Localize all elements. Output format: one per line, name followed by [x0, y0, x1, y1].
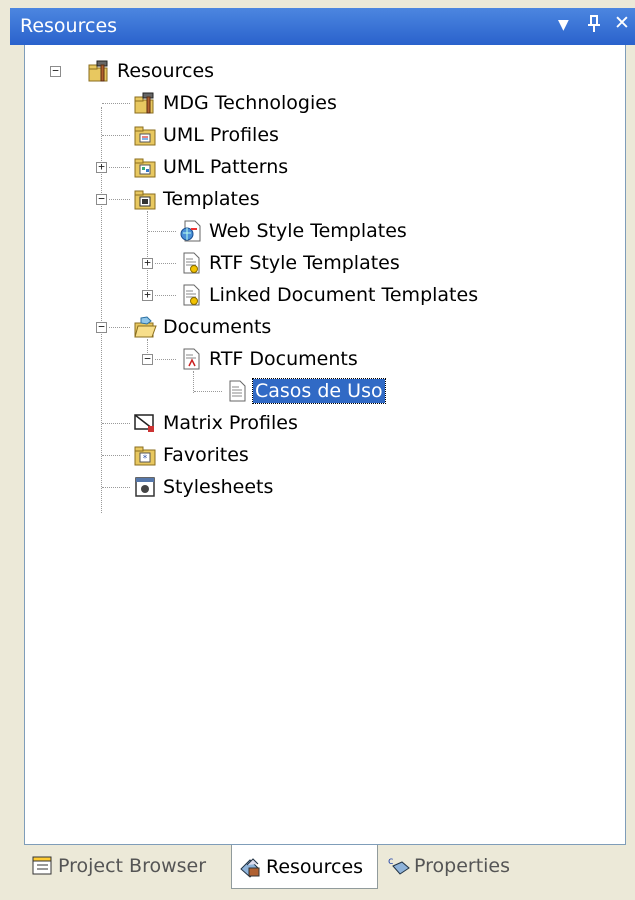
tree-line [147, 211, 148, 289]
open-folder-icon [133, 315, 157, 339]
document-icon [225, 379, 249, 403]
favorites-folder-icon: * [133, 443, 157, 467]
tree-line [102, 487, 130, 488]
tree-node-resources[interactable]: Resources [87, 58, 216, 84]
collapse-rtf-documents-toggle[interactable]: − [142, 353, 153, 365]
tab-properties[interactable]: c Properties [380, 845, 540, 887]
tree-line [148, 231, 176, 232]
tree-line [155, 359, 176, 360]
tree-line [194, 391, 222, 392]
tree-node-label: UML Profiles [163, 124, 279, 146]
collapse-templates-toggle[interactable]: − [96, 193, 107, 205]
tree-node-label: MDG Technologies [163, 92, 337, 114]
stylesheet-icon [133, 475, 157, 499]
tree-node-label: RTF Documents [209, 348, 358, 370]
tree-node-web-style-templates[interactable]: Web Style Templates [179, 218, 409, 244]
tab-label: Project Browser [58, 855, 207, 877]
tree-node-label: Casos de Uso [252, 378, 386, 404]
tree-node-rtf-style-templates[interactable]: RTF Style Templates [179, 250, 402, 276]
close-icon[interactable]: ✕ [614, 12, 630, 34]
tab-label: Properties [414, 855, 511, 877]
bottom-tab-bar: Project Browser Resources c Properties [24, 845, 626, 890]
expand-rtf-style-templates-toggle[interactable]: + [142, 257, 153, 269]
tree-line [102, 455, 130, 456]
tree-node-label: Resources [117, 60, 215, 82]
rtf-template-icon [179, 251, 203, 275]
tree-node-uml-patterns[interactable]: UML Patterns [133, 154, 290, 180]
tab-resources[interactable]: Resources [231, 845, 378, 889]
expand-linked-document-templates-toggle[interactable]: + [142, 289, 153, 301]
panel-title: Resources [20, 15, 118, 37]
hammer-folder-icon [133, 91, 157, 115]
tree-node-label: Linked Document Templates [209, 284, 479, 306]
tree-node-label: RTF Style Templates [209, 252, 400, 274]
resources-tree-panel: − + − + + − − Resources MDG Technologies… [24, 45, 626, 845]
tree-node-matrix-profiles[interactable]: Matrix Profiles [133, 410, 300, 436]
tab-project-browser[interactable]: Project Browser [24, 845, 229, 887]
tree-node-mdg-technologies[interactable]: MDG Technologies [133, 90, 339, 116]
svg-text:*: * [143, 454, 148, 464]
tree-line [109, 327, 130, 328]
tree-line [102, 103, 130, 104]
tree-node-label: Matrix Profiles [163, 412, 298, 434]
tree-node-favorites[interactable]: * Favorites [133, 442, 251, 468]
collapse-resources-toggle[interactable]: − [50, 65, 61, 77]
tree-line [102, 135, 130, 136]
collapse-documents-toggle[interactable]: − [96, 321, 107, 333]
tree-node-templates[interactable]: Templates [133, 186, 262, 212]
project-browser-icon [30, 854, 56, 878]
tree-node-label: Templates [163, 188, 260, 210]
web-document-icon [179, 219, 203, 243]
tree-node-label: Web Style Templates [209, 220, 407, 242]
template-folder-icon [133, 187, 157, 211]
tree-node-casos-de-uso[interactable]: Casos de Uso [225, 378, 386, 404]
tree-line [109, 167, 130, 168]
tree-node-rtf-documents[interactable]: RTF Documents [179, 346, 360, 372]
tree-line [155, 295, 176, 296]
pattern-folder-icon [133, 155, 157, 179]
resources-icon [238, 855, 264, 879]
tree-node-linked-document-templates[interactable]: Linked Document Templates [179, 282, 480, 308]
tree-line [193, 371, 194, 393]
tree-line [155, 263, 176, 264]
pin-icon[interactable] [588, 15, 602, 37]
tree-line [102, 423, 130, 424]
linked-template-icon [179, 283, 203, 307]
tree-node-label: UML Patterns [163, 156, 289, 178]
tree-line [109, 199, 130, 200]
dropdown-arrow-icon[interactable]: ▼ [558, 17, 569, 33]
panel-title-bar: Resources ▼ ✕ [10, 8, 635, 45]
tab-label: Resources [266, 855, 364, 878]
hammer-folder-icon [87, 59, 111, 83]
svg-text:c: c [388, 856, 394, 867]
tree-node-label: Favorites [163, 444, 249, 466]
rtf-document-icon [179, 347, 203, 371]
tree-node-uml-profiles[interactable]: UML Profiles [133, 122, 281, 148]
tree-node-label: Stylesheets [163, 476, 274, 498]
matrix-icon [133, 411, 157, 435]
tree-node-label: Documents [163, 316, 272, 338]
profile-folder-icon [133, 123, 157, 147]
properties-icon: c [386, 854, 412, 878]
expand-uml-patterns-toggle[interactable]: + [96, 161, 107, 173]
tree-node-stylesheets[interactable]: Stylesheets [133, 474, 275, 500]
tree-node-documents[interactable]: Documents [133, 314, 273, 340]
